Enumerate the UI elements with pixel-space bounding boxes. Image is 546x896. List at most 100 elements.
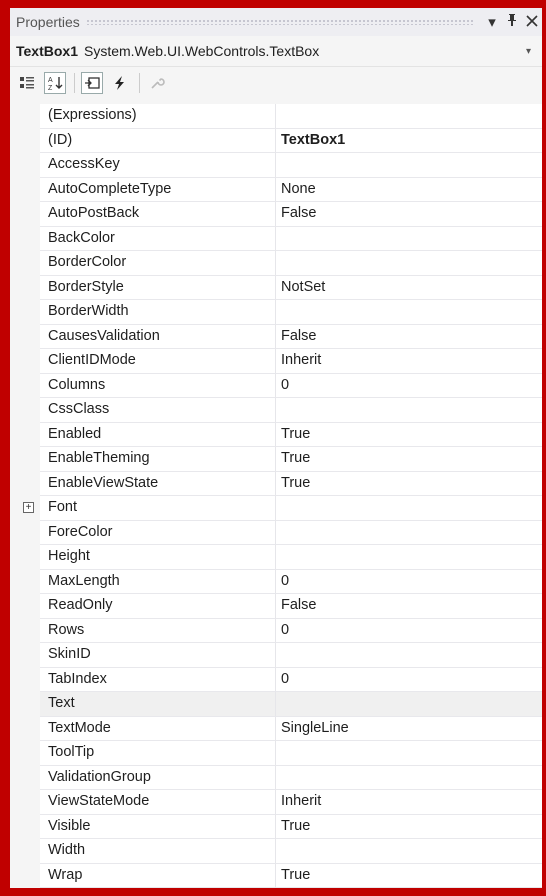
property-value[interactable]: False: [275, 324, 542, 349]
property-value[interactable]: False: [275, 594, 542, 619]
property-row[interactable]: ViewStateMode Inherit: [10, 790, 542, 815]
property-name[interactable]: TabIndex: [40, 667, 275, 692]
property-row[interactable]: CssClass: [10, 398, 542, 423]
property-row[interactable]: ToolTip: [10, 741, 542, 766]
property-value[interactable]: [275, 398, 542, 423]
categorized-icon[interactable]: [16, 72, 38, 94]
property-row[interactable]: EnableViewState True: [10, 471, 542, 496]
property-name[interactable]: ViewStateMode: [40, 790, 275, 815]
property-value[interactable]: NotSet: [275, 275, 542, 300]
property-name[interactable]: CausesValidation: [40, 324, 275, 349]
property-name[interactable]: Font: [40, 496, 275, 521]
property-row[interactable]: TextMode SingleLine: [10, 716, 542, 741]
property-row[interactable]: BorderStyle NotSet: [10, 275, 542, 300]
property-value[interactable]: Inherit: [275, 349, 542, 374]
property-name[interactable]: (ID): [40, 128, 275, 153]
property-row[interactable]: BackColor: [10, 226, 542, 251]
property-value[interactable]: True: [275, 447, 542, 472]
alphabetical-icon[interactable]: AZ: [44, 72, 66, 94]
object-selector[interactable]: TextBox1 System.Web.UI.WebControls.TextB…: [10, 36, 542, 67]
events-icon[interactable]: [109, 72, 131, 94]
property-name[interactable]: (Expressions): [40, 104, 275, 129]
property-row[interactable]: ForeColor: [10, 520, 542, 545]
property-name[interactable]: Columns: [40, 373, 275, 398]
property-row[interactable]: SkinID: [10, 643, 542, 668]
property-name[interactable]: Height: [40, 545, 275, 570]
property-value[interactable]: 0: [275, 569, 542, 594]
property-row[interactable]: Wrap True: [10, 863, 542, 888]
property-name[interactable]: Width: [40, 839, 275, 864]
property-row[interactable]: CausesValidation False: [10, 324, 542, 349]
property-value[interactable]: True: [275, 863, 542, 888]
property-row[interactable]: BorderWidth: [10, 300, 542, 325]
property-name[interactable]: Text: [40, 692, 275, 717]
property-row[interactable]: Columns 0: [10, 373, 542, 398]
close-icon[interactable]: [522, 14, 542, 31]
property-name[interactable]: EnableViewState: [40, 471, 275, 496]
property-row[interactable]: EnableTheming True: [10, 447, 542, 472]
property-row[interactable]: AccessKey: [10, 153, 542, 178]
chevron-down-icon[interactable]: ▾: [526, 46, 542, 57]
property-name[interactable]: BackColor: [40, 226, 275, 251]
property-name[interactable]: ClientIDMode: [40, 349, 275, 374]
property-name[interactable]: EnableTheming: [40, 447, 275, 472]
property-row[interactable]: ClientIDMode Inherit: [10, 349, 542, 374]
property-name[interactable]: CssClass: [40, 398, 275, 423]
property-value[interactable]: [275, 226, 542, 251]
property-value[interactable]: 0: [275, 373, 542, 398]
property-name[interactable]: MaxLength: [40, 569, 275, 594]
property-value[interactable]: [275, 251, 542, 276]
property-row[interactable]: Enabled True: [10, 422, 542, 447]
property-pages-icon[interactable]: [146, 72, 168, 94]
property-value[interactable]: None: [275, 177, 542, 202]
property-name[interactable]: Wrap: [40, 863, 275, 888]
property-value[interactable]: [275, 496, 542, 521]
property-value[interactable]: [275, 300, 542, 325]
property-name[interactable]: AutoCompleteType: [40, 177, 275, 202]
property-name[interactable]: ReadOnly: [40, 594, 275, 619]
property-value[interactable]: 0: [275, 618, 542, 643]
property-name[interactable]: ToolTip: [40, 741, 275, 766]
property-value[interactable]: True: [275, 814, 542, 839]
property-row[interactable]: AutoPostBack False: [10, 202, 542, 227]
property-row[interactable]: + Font: [10, 496, 542, 521]
property-value[interactable]: [275, 692, 542, 717]
property-value[interactable]: [275, 765, 542, 790]
property-row[interactable]: (ID) TextBox1: [10, 128, 542, 153]
property-value[interactable]: [275, 520, 542, 545]
property-value[interactable]: [275, 839, 542, 864]
property-value[interactable]: False: [275, 202, 542, 227]
property-row[interactable]: Height: [10, 545, 542, 570]
property-row[interactable]: AutoCompleteType None: [10, 177, 542, 202]
property-row[interactable]: Text: [10, 692, 542, 717]
property-name[interactable]: Rows: [40, 618, 275, 643]
property-value[interactable]: [275, 153, 542, 178]
property-name[interactable]: BorderWidth: [40, 300, 275, 325]
property-name[interactable]: TextMode: [40, 716, 275, 741]
property-value[interactable]: [275, 545, 542, 570]
property-name[interactable]: AccessKey: [40, 153, 275, 178]
drag-grip[interactable]: [85, 19, 474, 25]
property-row[interactable]: (Expressions): [10, 104, 542, 129]
property-value[interactable]: [275, 741, 542, 766]
property-name[interactable]: BorderStyle: [40, 275, 275, 300]
property-value[interactable]: True: [275, 422, 542, 447]
window-menu-icon[interactable]: ▾: [482, 13, 502, 31]
property-value[interactable]: [275, 104, 542, 129]
property-row[interactable]: Visible True: [10, 814, 542, 839]
property-row[interactable]: MaxLength 0: [10, 569, 542, 594]
property-row[interactable]: Rows 0: [10, 618, 542, 643]
properties-icon[interactable]: [81, 72, 103, 94]
property-value[interactable]: 0: [275, 667, 542, 692]
property-value[interactable]: [275, 643, 542, 668]
property-name[interactable]: BorderColor: [40, 251, 275, 276]
property-name[interactable]: ForeColor: [40, 520, 275, 545]
property-row[interactable]: Width: [10, 839, 542, 864]
property-name[interactable]: Enabled: [40, 422, 275, 447]
property-name[interactable]: ValidationGroup: [40, 765, 275, 790]
property-row[interactable]: ValidationGroup: [10, 765, 542, 790]
property-row[interactable]: TabIndex 0: [10, 667, 542, 692]
pin-icon[interactable]: [502, 13, 522, 31]
property-name[interactable]: AutoPostBack: [40, 202, 275, 227]
property-value[interactable]: True: [275, 471, 542, 496]
